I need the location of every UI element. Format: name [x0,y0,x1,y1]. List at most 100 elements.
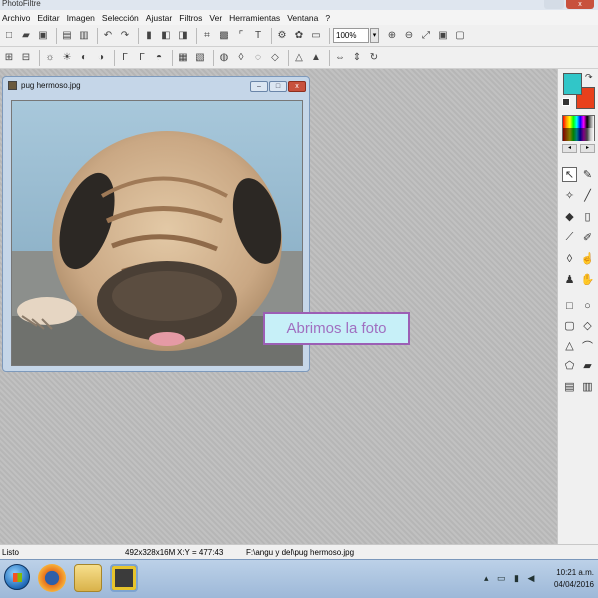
blur-icon[interactable]: ◍ [217,51,231,65]
new-file-icon[interactable]: □ [2,29,16,43]
brightness-up-icon[interactable]: ☼ [43,51,57,65]
gamma-down-icon[interactable]: Γ [135,51,149,65]
rectangle-shape-icon[interactable]: □ [562,298,577,313]
triangle-shape-icon[interactable]: △ [562,338,577,353]
spray-icon[interactable]: ▯ [580,209,595,224]
drop-fill-icon[interactable]: ▲ [309,51,323,65]
status-state: Listo [2,548,19,557]
save-icon[interactable]: ▣ [36,29,50,43]
image-size-icon[interactable]: ⌗ [200,29,214,43]
doc-close-button[interactable]: x [288,81,306,92]
undo-icon[interactable]: ↶ [101,29,115,43]
window-minimize-button[interactable] [544,0,564,9]
plugin-icon[interactable]: ✿ [292,29,306,43]
menu-ventana[interactable]: Ventana [287,13,318,23]
advanced-brush-icon[interactable]: ✐ [580,230,595,245]
toolbar-separator [288,49,289,66]
menu-herramientas[interactable]: Herramientas [229,13,280,23]
firefox-icon[interactable] [38,564,66,592]
canvas-size-icon[interactable]: ▩ [217,29,231,43]
zoom-out-icon[interactable]: ⊖ [402,29,416,43]
ellipse-shape-icon[interactable]: ○ [580,298,595,313]
pug-photo[interactable] [11,100,303,366]
doc-minimize-button[interactable]: – [250,81,268,92]
selection-invert-icon[interactable]: ▥ [580,379,595,394]
toolbar-separator [271,27,272,44]
menu-seleccion[interactable]: Selección [102,13,139,23]
menu-filtros[interactable]: Filtros [179,13,202,23]
blur-drop-icon[interactable]: ◊ [562,251,577,266]
redo-icon[interactable]: ↷ [118,29,132,43]
paste-icon[interactable]: ◨ [176,29,190,43]
swap-colors-icon[interactable]: ↷ [585,72,593,83]
status-file-path: F:\angu y del\pug hermoso.jpg [246,548,355,557]
color-palette[interactable] [562,115,595,141]
open-folder-icon[interactable]: ▰ [19,29,33,43]
window-close-button[interactable]: x [566,0,594,9]
flip-vertical-icon[interactable]: ⇕ [350,51,364,65]
sharpen-icon[interactable]: ◊ [234,51,248,65]
smooth-icon[interactable]: ◇ [268,51,282,65]
automation-icon[interactable]: ⚙ [275,29,289,43]
default-colors-icon[interactable] [562,98,570,106]
polygon-shape-icon[interactable]: ⬠ [562,358,577,373]
zoom-in-icon[interactable]: ⊕ [385,29,399,43]
auto-contrast-icon[interactable]: ⊟ [19,51,33,65]
menu-archivo[interactable]: Archivo [2,13,30,23]
crop-icon[interactable]: ⌜ [234,29,248,43]
auto-levels-icon[interactable]: ⊞ [2,51,16,65]
selection-options-icon[interactable]: ▤ [562,379,577,394]
contrast-up-icon[interactable]: ◐ [77,51,91,65]
window-icon[interactable]: ▭ [309,29,323,43]
magic-wand-icon[interactable]: ✧ [562,188,577,203]
print-icon[interactable]: ▤ [60,29,74,43]
zoom-dropdown-icon[interactable]: ▾ [370,28,379,43]
soften-icon[interactable]: ◌ [251,51,265,65]
menu-ajustar[interactable]: Ajustar [146,13,172,23]
menu-imagen[interactable]: Imagen [67,13,95,23]
foreground-color-swatch[interactable] [563,73,582,95]
text-icon[interactable]: T [251,29,265,43]
rounded-rect-shape-icon[interactable]: ▢ [562,318,577,333]
photofiltre-taskbar-icon[interactable] [110,564,138,592]
lasso-shape-icon[interactable]: ⌒ [580,338,595,353]
pug-photo-graphic [12,101,302,365]
brightness-down-icon[interactable]: ☀ [60,51,74,65]
full-screen-icon[interactable]: ▣ [436,29,450,43]
start-button[interactable] [4,564,30,590]
tray-icons[interactable]: ▴ ▭ ▮ ◀ [484,573,537,584]
palette-prev-icon[interactable]: ◂ [562,144,577,153]
clone-stamp-icon[interactable]: ♟ [562,272,577,287]
palette-next-icon[interactable]: ▸ [580,144,595,153]
flip-horizontal-icon[interactable]: ⇔ [333,51,347,65]
selection-tool-icon[interactable]: ↖ [562,167,577,182]
diamond-shape-icon[interactable]: ◇ [580,318,595,333]
fit-window-icon[interactable]: ⤢ [419,29,433,43]
smudge-icon[interactable]: ☝ [580,251,595,266]
zoom-field[interactable]: 100% [333,28,369,43]
open-selection-icon[interactable]: ▰ [580,358,595,373]
scanner-icon[interactable]: ▥ [77,29,91,43]
rotate-icon[interactable]: ↻ [367,51,381,65]
menu-help[interactable]: ? [325,13,330,23]
eyedropper-icon[interactable]: ✎ [580,167,595,182]
clock[interactable]: 10:21 a.m. 04/04/2016 [554,567,594,591]
brush-icon[interactable]: ⟋ [562,230,577,245]
gamma-up-icon[interactable]: Γ [118,51,132,65]
menu-editar[interactable]: Editar [37,13,59,23]
grayscale-icon[interactable]: ▦ [176,51,190,65]
copy-icon[interactable]: ◧ [159,29,173,43]
slideshow-icon[interactable]: ▢ [453,29,467,43]
sepia-icon[interactable]: ▧ [193,51,207,65]
drop-icon[interactable]: △ [292,51,306,65]
file-explorer-icon[interactable] [74,564,102,592]
hand-icon[interactable]: ✋ [580,272,595,287]
doc-maximize-button[interactable]: □ [269,81,287,92]
menu-ver[interactable]: Ver [209,13,222,23]
saturation-icon[interactable]: ◓ [152,51,166,65]
contrast-down-icon[interactable]: ◑ [94,51,108,65]
line-tool-icon[interactable]: ╱ [580,188,595,203]
fill-bucket-icon[interactable]: ◆ [562,209,577,224]
cut-icon[interactable]: ▮ [142,29,156,43]
status-image-info: 492x328x16M [125,548,176,557]
